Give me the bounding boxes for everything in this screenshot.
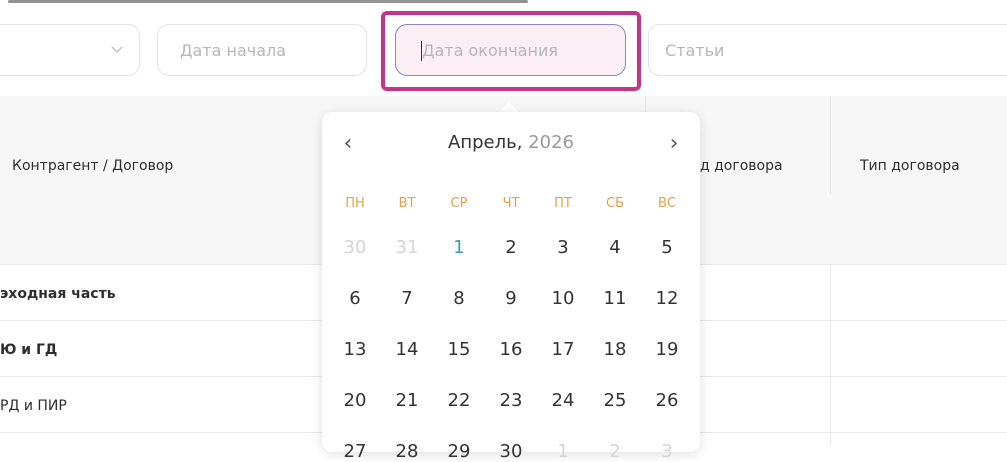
calendar-title: Апрель, 2026 — [322, 132, 700, 153]
calendar-day[interactable]: 2 — [589, 441, 641, 462]
calendar-day[interactable]: 3 — [641, 441, 693, 462]
calendar-month: Апрель, — [448, 132, 523, 153]
weekday-label: СБ — [606, 196, 624, 211]
header-counterparty: Контрагент / Договор — [12, 158, 174, 174]
calendar-day[interactable]: 19 — [641, 339, 693, 360]
calendar-day[interactable]: 12 — [641, 288, 693, 309]
row-label: РД и ПИР — [0, 398, 67, 414]
calendar-day[interactable]: 16 — [485, 339, 537, 360]
row-label: эходная часть — [0, 286, 116, 302]
row-label: Ю и ГД — [0, 342, 58, 358]
calendar-day[interactable]: 2 — [485, 237, 537, 258]
calendar-day[interactable]: 17 — [537, 339, 589, 360]
calendar-day[interactable]: 23 — [485, 390, 537, 411]
date-picker-popup: Апрель, 2026 ‹ › ПН ВТ СР ЧТ ПТ СБ ВС 30 31 1 2 3 4 5… — [322, 112, 700, 462]
articles-placeholder: Статьи — [665, 40, 725, 60]
calendar-day[interactable]: 21 — [381, 390, 433, 411]
chevron-right-icon[interactable]: › — [662, 132, 686, 156]
calendar-day[interactable]: 1 — [433, 237, 485, 258]
calendar-day[interactable]: 24 — [537, 390, 589, 411]
filter-select[interactable] — [0, 24, 140, 76]
calendar-day[interactable]: 28 — [381, 441, 433, 462]
weekday-label: ЧТ — [502, 196, 520, 211]
calendar-day[interactable]: 4 — [589, 237, 641, 258]
calendar-pointer — [499, 102, 519, 112]
calendar-day[interactable]: 10 — [537, 288, 589, 309]
cropped-heading — [8, 0, 528, 3]
calendar-day[interactable]: 9 — [485, 288, 537, 309]
weekday-label: ВТ — [398, 196, 416, 211]
weekday-label: ВС — [658, 196, 676, 211]
start-date-input[interactable]: Дата начала — [157, 24, 367, 76]
calendar-year[interactable]: 2026 — [528, 132, 574, 153]
header-contract-code: д договора — [700, 158, 783, 174]
chevron-down-icon — [111, 46, 123, 54]
top-strip — [0, 0, 1007, 6]
calendar-day[interactable]: 6 — [329, 288, 381, 309]
weekday-label: ПН — [345, 196, 365, 211]
end-date-highlight — [381, 11, 641, 91]
calendar-day[interactable]: 3 — [537, 237, 589, 258]
calendar-day[interactable]: 25 — [589, 390, 641, 411]
calendar-day[interactable]: 8 — [433, 288, 485, 309]
calendar-day[interactable]: 18 — [589, 339, 641, 360]
calendar-day[interactable]: 22 — [433, 390, 485, 411]
calendar-day[interactable]: 5 — [641, 237, 693, 258]
weekday-label: ПТ — [554, 196, 572, 211]
chevron-left-icon[interactable]: ‹ — [336, 132, 360, 156]
calendar-day[interactable]: 29 — [433, 441, 485, 462]
calendar-day[interactable]: 27 — [329, 441, 381, 462]
calendar-day[interactable]: 14 — [381, 339, 433, 360]
calendar-day[interactable]: 31 — [381, 237, 433, 258]
calendar-day[interactable]: 1 — [537, 441, 589, 462]
calendar-day[interactable]: 11 — [589, 288, 641, 309]
filter-bar: Дата начала Дата окончания Статьи — [0, 11, 1007, 91]
weekday-label: СР — [450, 196, 468, 211]
calendar-day[interactable]: 20 — [329, 390, 381, 411]
start-date-placeholder: Дата начала — [180, 40, 287, 60]
calendar-day[interactable]: 7 — [381, 288, 433, 309]
header-contract-type: Тип договора — [860, 158, 960, 174]
articles-input[interactable]: Статьи — [648, 24, 1007, 76]
calendar-day[interactable]: 15 — [433, 339, 485, 360]
calendar-day[interactable]: 13 — [329, 339, 381, 360]
calendar-day[interactable]: 30 — [329, 237, 381, 258]
calendar-day[interactable]: 26 — [641, 390, 693, 411]
calendar-day[interactable]: 30 — [485, 441, 537, 462]
